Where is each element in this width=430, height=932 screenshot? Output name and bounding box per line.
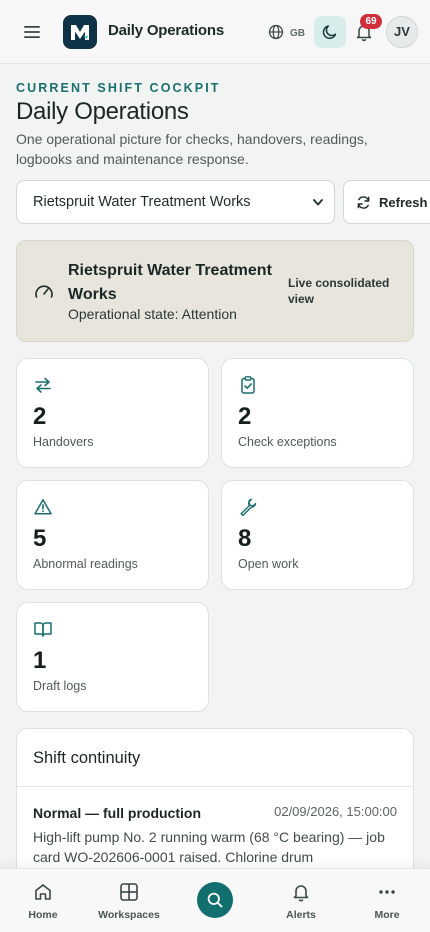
clipboard-check-icon [241, 376, 255, 394]
app-title: Daily Operations [108, 22, 225, 39]
metric-label: Handovers [33, 435, 94, 449]
app-logo[interactable] [63, 15, 97, 49]
site-select-value: Rietspruit Water Treatment Works [33, 194, 251, 210]
user-avatar[interactable]: JV [386, 16, 418, 48]
more-dots-icon [379, 890, 395, 894]
metric-card-abnormal-readings[interactable]: 5 Abnormal readings [16, 480, 209, 590]
search-icon [207, 892, 223, 908]
gauge-icon [35, 285, 53, 298]
top-bar: Daily Operations GB 69 JV [0, 0, 430, 64]
refresh-button[interactable]: Refresh [343, 180, 430, 224]
metric-label: Abnormal readings [33, 557, 138, 571]
metric-value: 2 [238, 403, 252, 430]
book-open-icon [34, 622, 52, 637]
page-subtitle: One operational picture for checks, hand… [16, 131, 368, 167]
metric-value: 2 [33, 403, 47, 430]
refresh-icon [357, 195, 370, 209]
view-mode-label: Live consolidated view [288, 276, 390, 306]
warning-triangle-icon [34, 499, 52, 515]
refresh-button-label: Refresh [379, 194, 428, 210]
site-select[interactable]: Rietspruit Water Treatment Works [16, 180, 335, 224]
notification-count-badge: 69 [360, 14, 382, 29]
chevron-down-icon [313, 199, 323, 206]
nav-home[interactable]: Home [3, 881, 83, 921]
metric-label: Open work [238, 557, 299, 571]
language-code: GB [290, 27, 305, 39]
metric-value: 5 [33, 525, 47, 552]
language-selector[interactable]: GB [268, 22, 305, 42]
nav-alerts-label: Alerts [286, 909, 316, 921]
menu-icon[interactable] [22, 22, 42, 42]
page-eyebrow: CURRENT SHIFT COCKPIT [16, 81, 221, 95]
metric-card-draft-logs[interactable]: 1 Draft logs [16, 602, 209, 712]
metric-label: Check exceptions [238, 435, 337, 449]
handover-entry-body: High-lift pump No. 2 running warm (68 °C… [33, 829, 385, 865]
wrench-icon [240, 498, 257, 517]
theme-toggle-button[interactable] [314, 16, 346, 48]
bell-icon [293, 885, 309, 902]
nav-workspaces[interactable]: Workspaces [89, 881, 169, 921]
section-title: Shift continuity [33, 749, 141, 767]
moon-icon [322, 25, 337, 39]
metric-card-handovers[interactable]: 2 Handovers [16, 358, 209, 468]
arrows-swap-icon [35, 377, 51, 393]
nav-workspaces-label: Workspaces [98, 909, 160, 921]
metric-label: Draft logs [33, 679, 87, 693]
divider [17, 786, 413, 787]
metric-value: 1 [33, 647, 47, 674]
handover-entry-timestamp: 02/09/2026, 15:00:00 [274, 804, 397, 819]
nav-home-label: Home [28, 909, 58, 921]
home-icon [35, 884, 51, 900]
site-status-card: Rietspruit Water Treatment Works Operati… [16, 240, 414, 342]
metric-card-open-work[interactable]: 8 Open work [221, 480, 414, 590]
globe-icon [268, 24, 284, 40]
grid-icon [120, 883, 138, 901]
nav-more-label: More [374, 909, 400, 921]
nav-alerts[interactable]: Alerts [261, 881, 341, 921]
search-button[interactable] [197, 882, 233, 918]
handover-entry-title[interactable]: Normal — full production [33, 805, 201, 821]
metric-value: 8 [238, 525, 252, 552]
nav-more[interactable]: More [347, 881, 427, 921]
operational-state: Operational state: Attention [68, 306, 237, 322]
metric-card-check-exceptions[interactable]: 2 Check exceptions [221, 358, 414, 468]
page-title: Daily Operations [16, 98, 189, 125]
status-site-name: Rietspruit Water Treatment Works [68, 262, 272, 303]
